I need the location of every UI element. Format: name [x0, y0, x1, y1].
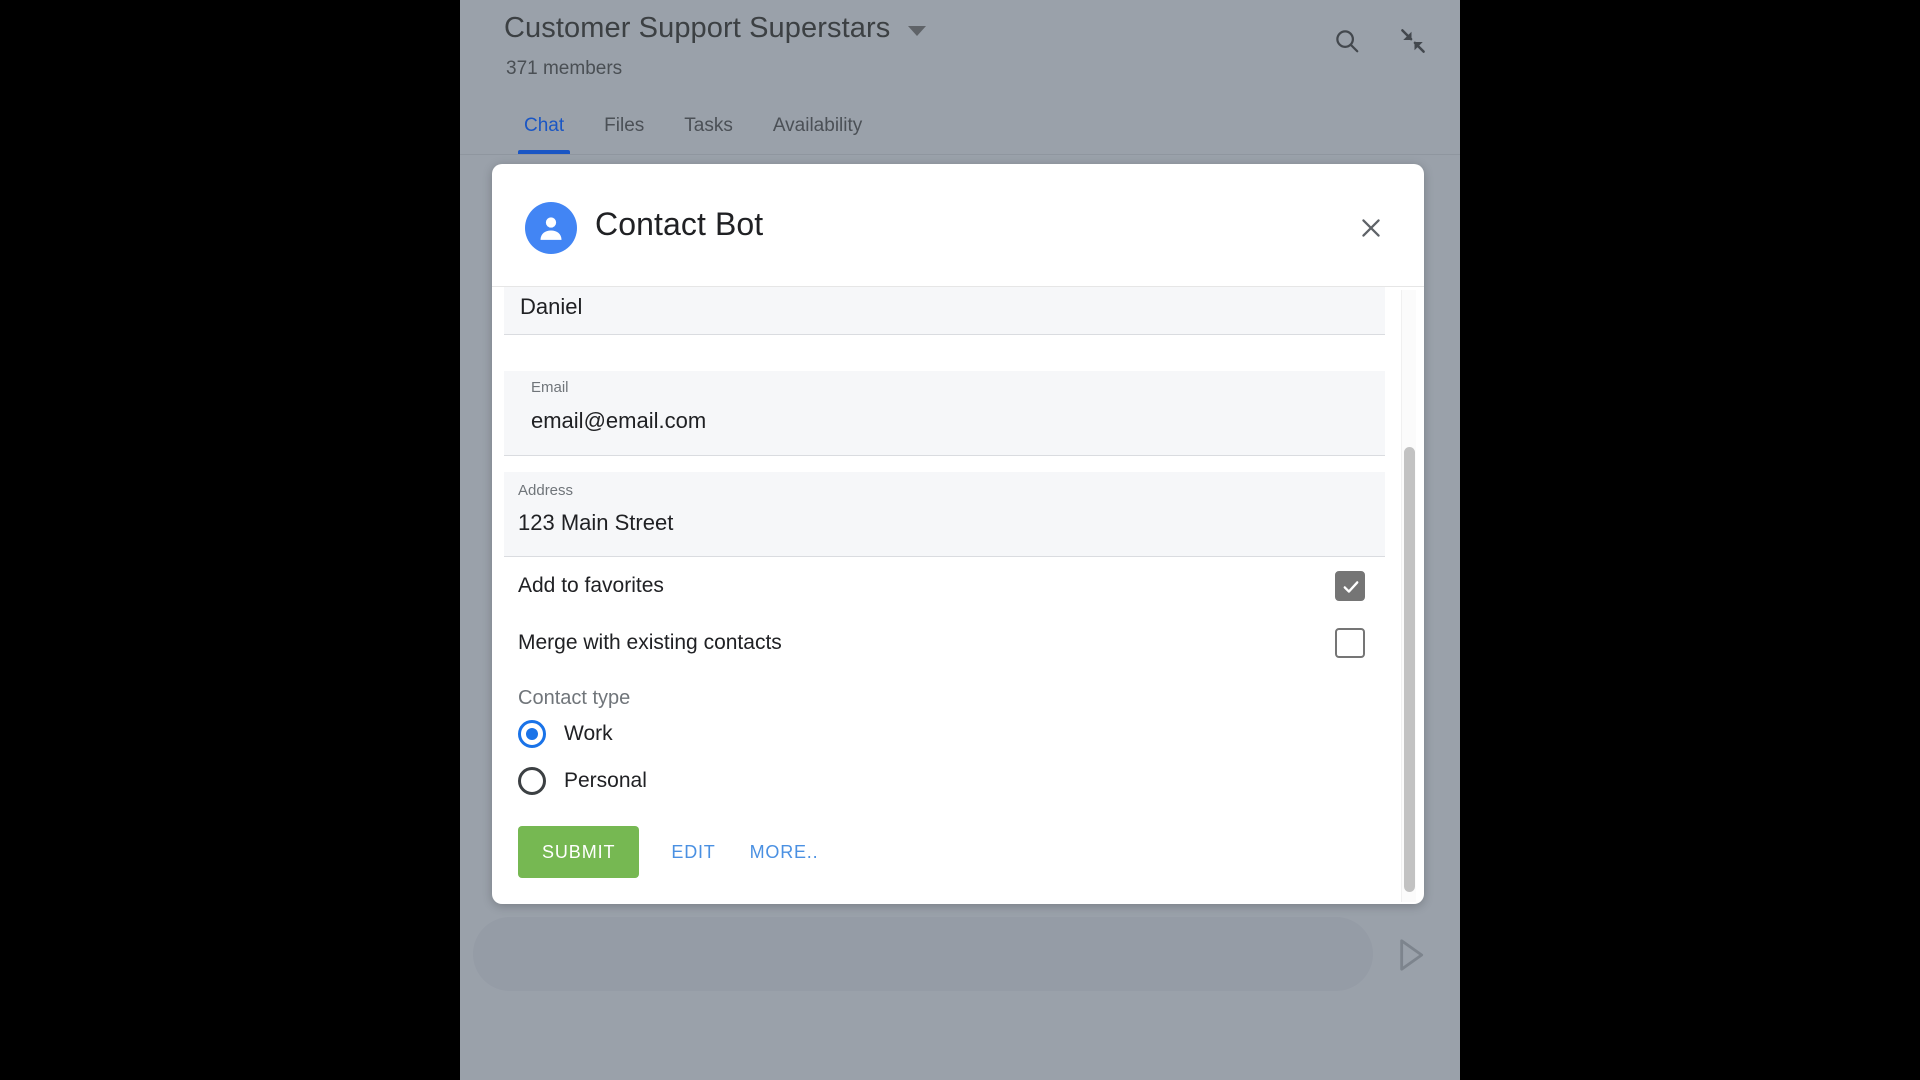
email-field[interactable]: Email — [504, 371, 1385, 456]
merge-contacts-row[interactable]: Merge with existing contacts — [504, 614, 1385, 671]
more-button[interactable]: MORE.. — [744, 826, 825, 878]
message-input-box[interactable] — [473, 917, 1373, 993]
message-input[interactable] — [513, 917, 1337, 993]
submit-button[interactable]: SUBMIT — [518, 826, 640, 878]
room-member-count: 371 members — [506, 58, 623, 79]
radio-option-work[interactable]: Work — [504, 710, 1385, 757]
personal-radio-label: Personal — [564, 768, 647, 792]
dialog-scrollbar-thumb[interactable] — [1404, 447, 1415, 892]
contact-type-radio-group: Contact type Work Personal — [504, 671, 1385, 804]
dialog-title: Contact Bot — [595, 206, 764, 242]
room-header: Customer Support Superstars 371 members — [460, 0, 1460, 155]
contact-form: Email Address Add to favorites Merge wi — [492, 287, 1397, 878]
add-to-favorites-checkbox[interactable] — [1335, 571, 1365, 601]
merge-contacts-label: Merge with existing contacts — [518, 630, 782, 654]
email-field-label: Email — [531, 379, 569, 396]
tab-chat[interactable]: Chat — [504, 115, 584, 154]
send-icon[interactable] — [1390, 935, 1430, 975]
tab-tasks[interactable]: Tasks — [664, 115, 753, 154]
radio-option-personal[interactable]: Personal — [504, 757, 1385, 804]
tab-files[interactable]: Files — [584, 115, 664, 154]
email-input[interactable] — [504, 397, 1351, 445]
collapse-icon[interactable] — [1398, 26, 1428, 56]
address-field-label: Address — [518, 482, 574, 499]
tab-availability[interactable]: Availability — [753, 115, 882, 154]
address-input[interactable] — [504, 500, 1338, 546]
address-field[interactable]: Address — [504, 472, 1385, 557]
form-actions: SUBMIT EDIT MORE.. — [504, 826, 1385, 878]
dialog-scrollbar[interactable] — [1401, 290, 1416, 902]
person-avatar-icon — [525, 202, 577, 254]
edit-button[interactable]: EDIT — [665, 826, 721, 878]
room-tabs: Chat Files Tasks Availability — [504, 98, 882, 154]
work-radio-button[interactable] — [518, 719, 546, 748]
dialog-scroll-body: Email Address Add to favorites Merge wi — [492, 287, 1424, 904]
chevron-down-icon[interactable] — [908, 25, 927, 36]
contact-bot-dialog: Contact Bot Email Address — [492, 164, 1424, 904]
search-icon[interactable] — [1332, 26, 1362, 56]
room-title-row[interactable]: Customer Support Superstars — [504, 12, 927, 45]
room-title: Customer Support Superstars — [504, 12, 891, 44]
name-field[interactable] — [504, 287, 1385, 335]
add-to-favorites-row[interactable]: Add to favorites — [504, 557, 1385, 614]
merge-contacts-checkbox[interactable] — [1335, 628, 1365, 658]
header-actions — [1332, 26, 1428, 56]
personal-radio-button[interactable] — [518, 766, 546, 795]
dialog-header: Contact Bot — [492, 164, 1424, 287]
work-radio-label: Work — [564, 721, 613, 745]
message-composer-area — [460, 895, 1460, 1080]
add-to-favorites-label: Add to favorites — [518, 573, 664, 597]
name-input[interactable] — [504, 287, 1340, 327]
contact-type-label: Contact type — [518, 687, 631, 709]
tabs-divider — [460, 154, 1460, 155]
close-icon[interactable] — [1350, 207, 1392, 249]
